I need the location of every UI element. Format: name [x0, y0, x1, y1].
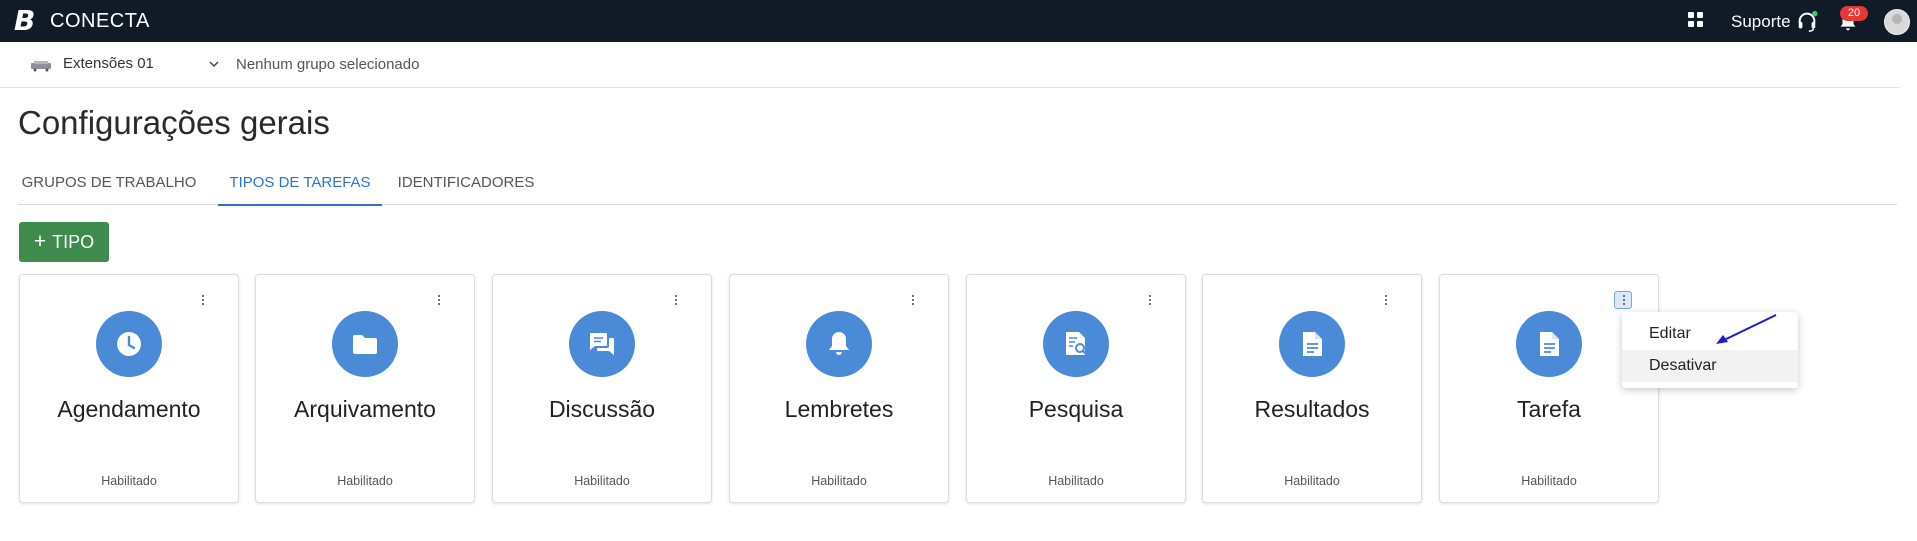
card-title: Tarefa: [1517, 396, 1581, 422]
add-type-label: TIPO: [52, 232, 95, 252]
more-options-icon[interactable]: [1377, 291, 1395, 309]
chat-icon: [569, 311, 635, 377]
avatar[interactable]: [1884, 9, 1910, 35]
task-type-card[interactable]: Tarefa Habilitado: [1439, 274, 1659, 503]
app-name[interactable]: CONECTA: [50, 10, 150, 32]
document-icon: [1516, 311, 1582, 377]
more-options-icon[interactable]: [1614, 291, 1632, 309]
context-bar: Extensões 01 Nenhum grupo selecionado: [0, 42, 1900, 88]
task-type-card[interactable]: Agendamento Habilitado: [19, 274, 239, 503]
menu-item-deactivate[interactable]: Desativar: [1622, 350, 1798, 382]
bell-icon: [806, 311, 872, 377]
more-options-icon[interactable]: [667, 291, 685, 309]
add-type-button[interactable]: + TIPO: [19, 222, 109, 262]
apps-grid-icon[interactable]: [1688, 12, 1704, 28]
card-title: Discussão: [548, 396, 656, 422]
card-status: Habilitado: [1284, 474, 1340, 488]
search-document-icon: [1043, 311, 1109, 377]
folder-icon: [332, 311, 398, 377]
task-type-card[interactable]: Resultados Habilitado: [1202, 274, 1422, 503]
card-status: Habilitado: [101, 474, 157, 488]
card-status: Habilitado: [574, 474, 630, 488]
tab-identificadores[interactable]: IDENTIFICADORES: [394, 164, 538, 204]
card-status: Habilitado: [1521, 474, 1577, 488]
more-options-icon[interactable]: [194, 291, 212, 309]
support-link[interactable]: Suporte: [1731, 12, 1791, 32]
extension-selector[interactable]: Extensões 01: [63, 55, 154, 73]
tab-grupos-de-trabalho[interactable]: GRUPOS DE TRABALHO: [18, 164, 200, 204]
extension-icon: [31, 61, 51, 72]
card-status: Habilitado: [337, 474, 393, 488]
document-icon: [1279, 311, 1345, 377]
chevron-down-icon[interactable]: [208, 58, 220, 70]
task-type-card[interactable]: Pesquisa Habilitado: [966, 274, 1186, 503]
clock-icon: [96, 311, 162, 377]
more-options-icon[interactable]: [430, 291, 448, 309]
logo[interactable]: B: [14, 6, 35, 36]
card-title: Resultados: [1254, 396, 1370, 422]
tab-tipos-de-tarefas[interactable]: TIPOS DE TAREFAS: [218, 164, 382, 206]
card-title: Pesquisa: [1028, 396, 1124, 422]
card-title: Lembretes: [784, 396, 894, 422]
card-status: Habilitado: [1048, 474, 1104, 488]
group-selector[interactable]: Nenhum grupo selecionado: [236, 56, 419, 74]
more-options-icon[interactable]: [1141, 291, 1159, 309]
task-type-card[interactable]: Discussão Habilitado: [492, 274, 712, 503]
task-type-card[interactable]: Lembretes Habilitado: [729, 274, 949, 503]
task-type-card[interactable]: Arquivamento Habilitado: [255, 274, 475, 503]
more-options-icon[interactable]: [904, 291, 922, 309]
page-title: Configurações gerais: [18, 104, 330, 141]
card-title: Agendamento: [57, 396, 201, 422]
plus-icon: +: [33, 230, 47, 253]
tab-bar: GRUPOS DE TRABALHO TIPOS DE TAREFAS IDEN…: [18, 164, 1897, 206]
headset-icon[interactable]: [1796, 10, 1818, 32]
card-title: Arquivamento: [294, 396, 436, 422]
card-status: Habilitado: [811, 474, 867, 488]
notification-count-badge: 20: [1840, 6, 1868, 21]
top-bar: B CONECTA Suporte 20: [0, 0, 1917, 42]
annotation-arrow-icon: [1716, 314, 1777, 344]
